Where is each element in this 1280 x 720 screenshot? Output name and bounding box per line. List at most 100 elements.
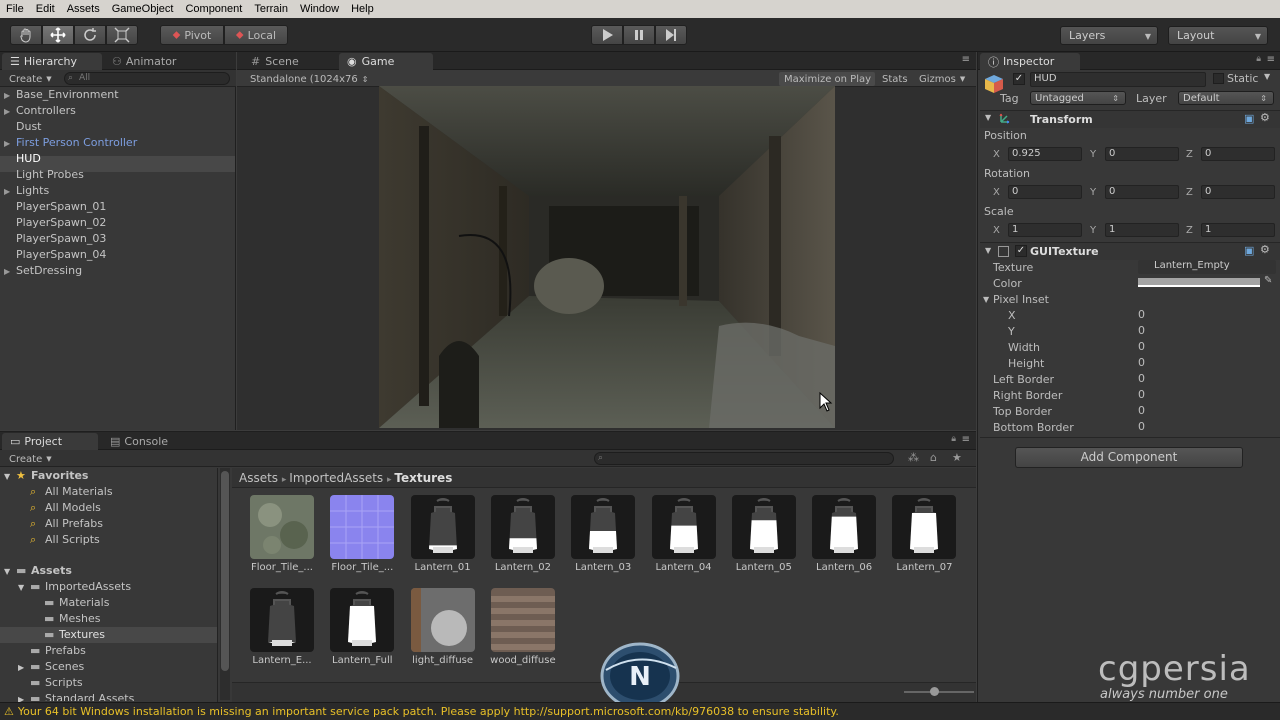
static-checkbox[interactable] — [1213, 73, 1224, 84]
panel-menu-icon[interactable]: ≡ — [962, 54, 970, 65]
menu-edit[interactable]: Edit — [30, 3, 61, 15]
asset-thumbnail[interactable] — [490, 588, 555, 652]
asset-thumbnail[interactable] — [410, 588, 475, 652]
breadcrumb-assets[interactable]: Assets — [239, 471, 278, 485]
standard-assets-folder[interactable]: Standard Assets — [45, 691, 134, 701]
asset-label[interactable]: Lantern_04 — [644, 562, 724, 573]
tree-scrollbar[interactable] — [220, 468, 230, 700]
fold-arrow-icon[interactable]: ▼ — [985, 246, 991, 255]
asset-thumbnail[interactable] — [571, 495, 636, 559]
stats-toggle[interactable]: Stats — [877, 72, 913, 86]
hand-tool-button[interactable] — [10, 25, 42, 45]
tab-animator[interactable]: ⚇ Animator — [104, 53, 224, 70]
asset-label[interactable]: Lantern_02 — [483, 562, 563, 573]
hierarchy-create-button[interactable]: Create ▼ — [4, 72, 56, 86]
asset-label[interactable]: Lantern_05 — [724, 562, 804, 573]
asset-label[interactable]: Lantern_Full — [322, 655, 402, 666]
scale-tool-button[interactable] — [106, 25, 138, 45]
game-viewport[interactable] — [379, 86, 835, 428]
status-bar[interactable]: ⚠ Your 64 bit Windows installation is mi… — [0, 702, 1280, 720]
layout-dropdown[interactable]: Layout ▼ — [1168, 26, 1268, 45]
tab-project[interactable]: ▭ Project — [2, 433, 98, 450]
step-button[interactable] — [655, 25, 687, 45]
zoom-slider[interactable] — [904, 691, 974, 693]
tab-hierarchy[interactable]: ☰ Hierarchy — [2, 53, 102, 70]
tab-console[interactable]: ▤ Console — [102, 433, 198, 450]
materials-folder[interactable]: Materials — [59, 595, 109, 611]
fold-arrow-icon[interactable]: ▶ — [18, 660, 24, 676]
fav-all-materials[interactable]: All Materials — [45, 484, 113, 500]
gizmos-dropdown[interactable]: Gizmos ▼ — [914, 72, 970, 86]
panel-menu-icon[interactable]: ≡ — [1267, 54, 1275, 65]
asset-thumbnail[interactable] — [651, 495, 716, 559]
asset-label[interactable]: Lantern_01 — [403, 562, 483, 573]
menu-terrain[interactable]: Terrain — [248, 3, 294, 15]
menu-window[interactable]: Window — [294, 3, 345, 15]
hierarchy-item[interactable]: PlayerSpawn_02 — [16, 215, 106, 231]
asset-thumbnail[interactable] — [410, 495, 475, 559]
menu-file[interactable]: File — [0, 3, 30, 15]
inset-y-field[interactable]: 0 — [1138, 324, 1145, 337]
tab-scene[interactable]: # Scene — [243, 53, 333, 70]
tag-dropdown[interactable]: Untagged ⇕ — [1030, 91, 1126, 105]
asset-thumbnail[interactable] — [490, 495, 555, 559]
menu-assets[interactable]: Assets — [61, 3, 106, 15]
menu-component[interactable]: Component — [179, 3, 248, 15]
fold-arrow-icon[interactable]: ▼ — [4, 469, 10, 485]
fold-arrow-icon[interactable]: ▼ — [18, 580, 24, 596]
asset-thumbnail[interactable] — [731, 495, 796, 559]
resolution-dropdown[interactable]: Standalone (1024x76 ⇕ — [245, 72, 375, 86]
scale-x-field[interactable]: 1 — [1008, 223, 1082, 237]
asset-thumbnail[interactable] — [330, 588, 395, 652]
assets-folder[interactable]: Assets — [31, 563, 72, 579]
asset-thumbnail[interactable] — [250, 495, 314, 559]
rotation-z-field[interactable]: 0 — [1201, 185, 1275, 199]
hierarchy-search-input[interactable]: ⌕ All — [64, 72, 230, 85]
fold-arrow-icon[interactable]: ▼ — [985, 113, 991, 122]
chevron-down-icon[interactable]: ▼ — [1264, 72, 1270, 81]
help-icon[interactable]: ▣ — [1244, 112, 1254, 125]
local-toggle[interactable]: ⬥ Local — [224, 25, 288, 45]
hierarchy-item[interactable]: First Person Controller — [16, 135, 137, 151]
filter-type-icon[interactable]: ⁂ — [908, 451, 919, 464]
asset-thumbnail[interactable] — [812, 495, 877, 559]
inset-height-field[interactable]: 0 — [1138, 356, 1145, 369]
active-checkbox[interactable]: ✓ — [1013, 73, 1025, 85]
fold-arrow-icon[interactable]: ▼ — [4, 564, 10, 580]
tab-inspector[interactable]: ⓘ Inspector — [980, 53, 1080, 70]
eyedropper-icon[interactable]: ✎ — [1264, 275, 1272, 286]
asset-label[interactable]: Lantern_06 — [804, 562, 884, 573]
meshes-folder[interactable]: Meshes — [59, 611, 100, 627]
project-search-input[interactable]: ⌕ — [594, 452, 894, 465]
menu-gameobject[interactable]: GameObject — [106, 3, 180, 15]
fav-all-scripts[interactable]: All Scripts — [45, 532, 100, 548]
move-tool-button[interactable] — [42, 25, 74, 45]
fold-arrow-icon[interactable]: ▶ — [4, 91, 10, 100]
project-create-button[interactable]: Create ▼ — [4, 452, 58, 466]
guitexture-enabled-checkbox[interactable]: ✓ — [1015, 245, 1027, 257]
fold-arrow-icon[interactable]: ▶ — [4, 139, 10, 148]
left-border-field[interactable]: 0 — [1138, 372, 1145, 385]
rotation-y-field[interactable]: 0 — [1105, 185, 1179, 199]
asset-label[interactable]: wood_diffuse — [483, 655, 563, 666]
tab-game[interactable]: ◉ Game — [339, 53, 433, 70]
position-y-field[interactable]: 0 — [1105, 147, 1179, 161]
favorites-label[interactable]: Favorites — [31, 468, 88, 484]
fav-all-models[interactable]: All Models — [45, 500, 101, 516]
play-button[interactable] — [591, 25, 623, 45]
scripts-folder[interactable]: Scripts — [45, 675, 83, 691]
transform-header[interactable] — [980, 110, 1280, 128]
asset-thumbnail[interactable] — [250, 588, 314, 652]
zoom-slider-handle[interactable] — [930, 687, 939, 696]
scenes-folder[interactable]: Scenes — [45, 659, 84, 675]
pivot-toggle[interactable]: ⬥ Pivot — [160, 25, 224, 45]
asset-label[interactable]: Floor_Tile_... — [322, 562, 402, 573]
position-x-field[interactable]: 0.925 — [1008, 147, 1082, 161]
rotation-x-field[interactable]: 0 — [1008, 185, 1082, 199]
fold-arrow-icon[interactable]: ▶ — [4, 267, 10, 276]
asset-thumbnail[interactable] — [330, 495, 395, 559]
lock-icon[interactable]: 🔒︎ — [1256, 54, 1261, 64]
textures-folder[interactable]: Textures — [59, 627, 105, 643]
asset-label[interactable]: Lantern_03 — [563, 562, 643, 573]
hierarchy-item[interactable]: SetDressing — [16, 263, 82, 279]
